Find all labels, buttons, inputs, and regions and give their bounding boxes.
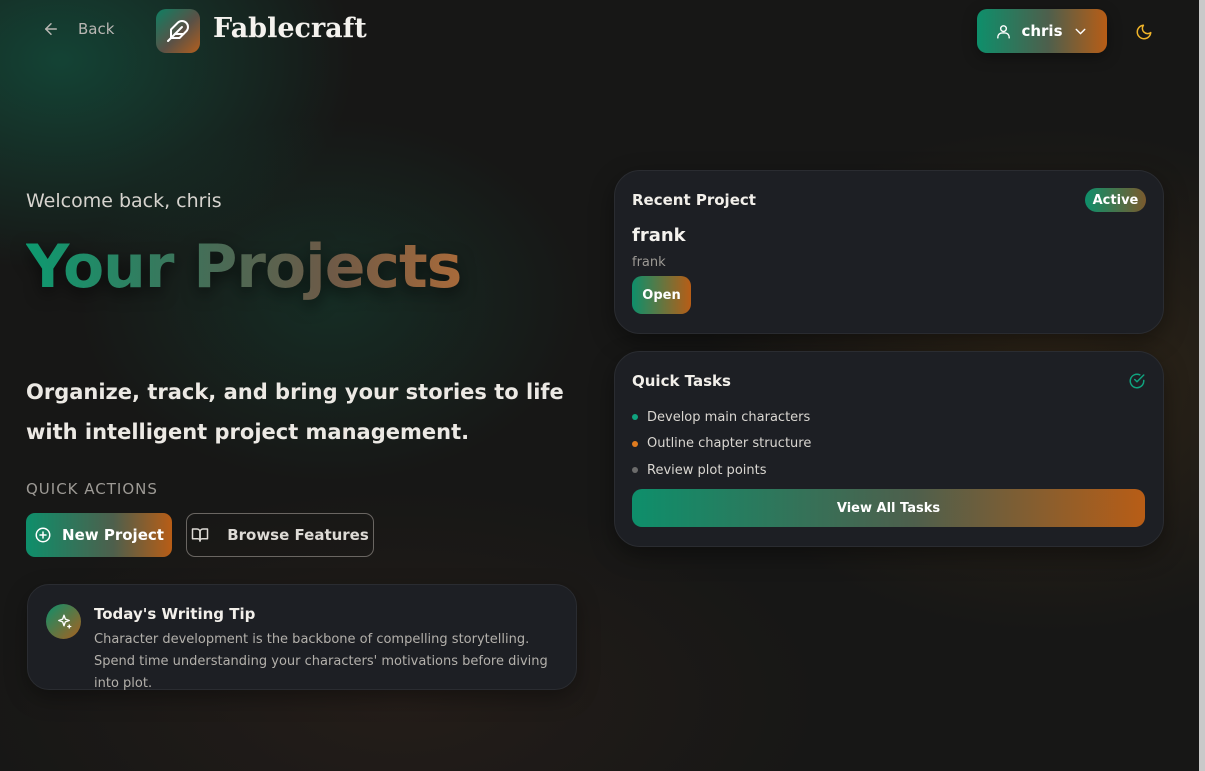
task-item[interactable]: Review plot points bbox=[632, 457, 811, 484]
writing-tip-card: Today's Writing Tip Character developmen… bbox=[27, 584, 577, 691]
task-status-dot bbox=[632, 467, 638, 474]
status-badge: Active bbox=[1085, 188, 1146, 212]
plus-circle-icon bbox=[35, 527, 51, 543]
status-badge-label: Active bbox=[1092, 192, 1139, 208]
task-status-dot bbox=[632, 414, 638, 421]
tip-icon-badge bbox=[46, 604, 81, 639]
open-project-button[interactable]: Open bbox=[632, 276, 691, 314]
task-label: Review plot points bbox=[647, 462, 767, 478]
tip-title: Today's Writing Tip bbox=[94, 605, 256, 623]
back-button[interactable]: Back bbox=[42, 20, 114, 38]
page-title: Your Projects bbox=[26, 232, 462, 302]
quick-tasks-card: Quick Tasks Develop main characters Outl… bbox=[614, 351, 1164, 547]
page-scrollbar[interactable] bbox=[1199, 0, 1205, 771]
arrow-left-icon bbox=[45, 23, 57, 35]
sparkles-icon bbox=[57, 614, 71, 629]
recent-project-card: Recent Project Active frank frank Open bbox=[614, 170, 1164, 334]
app-logo bbox=[156, 9, 200, 53]
feather-icon bbox=[167, 20, 189, 42]
theme-toggle-button[interactable] bbox=[1130, 18, 1158, 46]
task-label: Outline chapter structure bbox=[647, 436, 812, 452]
scrollbar-thumb[interactable] bbox=[1199, 0, 1205, 771]
chevron-down-icon bbox=[1075, 28, 1085, 34]
brand-name: Fablecraft bbox=[213, 13, 367, 44]
view-all-tasks-button[interactable]: View All Tasks bbox=[632, 489, 1145, 527]
user-icon bbox=[997, 24, 1011, 39]
project-description: frank bbox=[632, 255, 666, 270]
quick-actions-label: QUICK ACTIONS bbox=[26, 480, 158, 498]
recent-project-heading: Recent Project bbox=[632, 191, 756, 209]
user-menu-button[interactable]: chris bbox=[977, 9, 1107, 53]
quick-tasks-heading: Quick Tasks bbox=[632, 372, 731, 390]
tip-body: Character development is the backbone of… bbox=[94, 632, 548, 691]
task-list: Develop main characters Outline chapter … bbox=[632, 404, 811, 484]
task-status-dot bbox=[632, 440, 638, 447]
task-item[interactable]: Develop main characters bbox=[632, 404, 811, 431]
back-label: Back bbox=[78, 20, 115, 38]
book-open-icon bbox=[191, 528, 209, 542]
project-name: frank bbox=[632, 225, 686, 246]
task-label: Develop main characters bbox=[647, 409, 811, 425]
new-project-button[interactable]: New Project bbox=[26, 513, 172, 557]
new-project-label: New Project bbox=[62, 526, 164, 544]
view-all-tasks-label: View All Tasks bbox=[836, 500, 941, 516]
user-name: chris bbox=[1021, 22, 1063, 40]
browse-features-button[interactable]: Browse Features bbox=[186, 513, 374, 557]
browse-features-label: Browse Features bbox=[227, 526, 369, 544]
moon-icon bbox=[1136, 24, 1152, 40]
check-circle-icon bbox=[1129, 373, 1145, 389]
open-label: Open bbox=[642, 287, 681, 303]
page-subtitle: Organize, track, and bring your stories … bbox=[26, 380, 564, 444]
task-item[interactable]: Outline chapter structure bbox=[632, 431, 811, 458]
welcome-text: Welcome back, chris bbox=[26, 190, 222, 212]
